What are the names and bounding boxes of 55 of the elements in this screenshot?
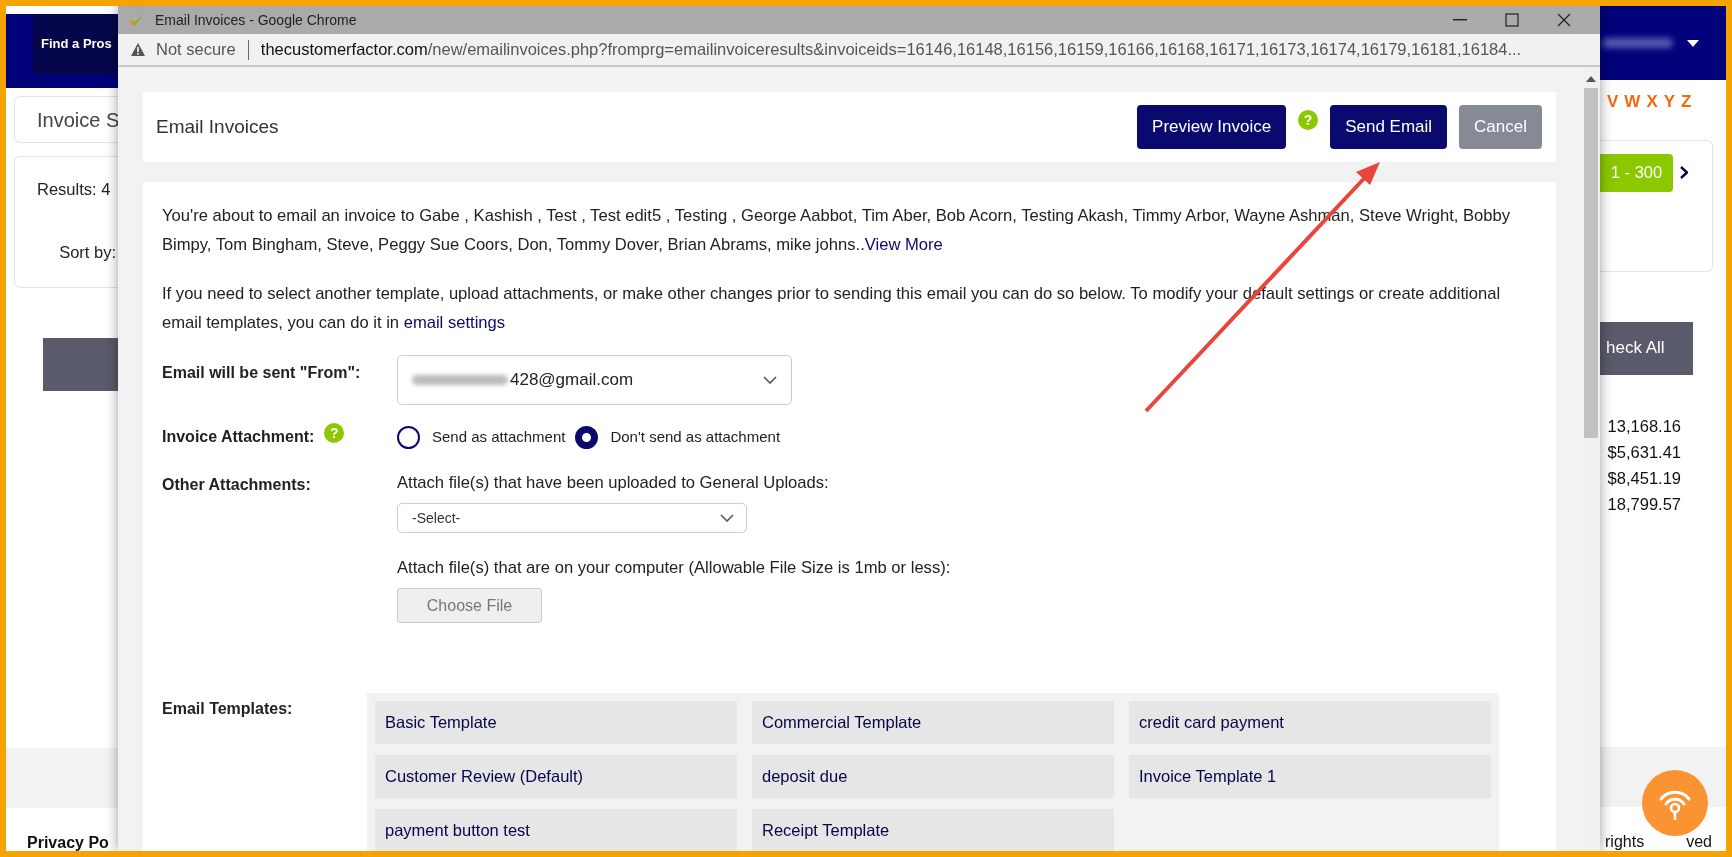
amount-text: 13,168.16	[1606, 415, 1681, 437]
results-label: Results: 4	[37, 179, 112, 200]
template-item[interactable]: credit card payment	[1129, 701, 1491, 745]
scroll-up-icon	[1586, 75, 1596, 83]
footer-text: ved	[1686, 832, 1712, 851]
next-page-button[interactable]	[1680, 166, 1688, 179]
chevron-right-icon	[1680, 166, 1688, 179]
close-icon	[1557, 13, 1571, 28]
from-value: 428@gmail.com	[510, 369, 634, 392]
amount-text: $5,631.41	[1606, 441, 1681, 463]
page-title: Invoice S	[37, 107, 118, 133]
maximize-icon	[1505, 13, 1519, 28]
scrollbar-thumb[interactable]	[1584, 88, 1598, 439]
minimize-icon	[1453, 19, 1467, 22]
amount-text: $8,451.19	[1606, 467, 1681, 489]
check-all-button[interactable]: heck All	[1600, 321, 1693, 375]
url-domain: thecustomerfactor.com	[260, 39, 428, 61]
security-label: Not secure	[156, 39, 236, 61]
radio-button[interactable]	[397, 425, 420, 449]
footer-text: rights	[1605, 832, 1645, 851]
window-title: Email Invoices - Google Chrome	[155, 10, 357, 30]
template-item[interactable]: Customer Review (Default)	[375, 755, 737, 799]
invoice-attachment-label: Invoice Attachment:	[162, 427, 315, 448]
find-button[interactable]: Find a Pros	[33, 14, 118, 74]
caret-icon	[1687, 39, 1699, 47]
dialog-heading: Email Invoices	[156, 114, 280, 139]
template-item[interactable]: Basic Template	[375, 701, 737, 745]
uploads-hint: Attach file(s) that have been uploaded to General Uploads:	[397, 473, 830, 494]
from-label: Email will be sent "From":	[162, 363, 362, 384]
radio-label: Send as attachment	[432, 426, 566, 447]
template-item[interactable]: Commercial Template	[752, 701, 1114, 745]
privacy-link[interactable]: Privacy Po	[27, 834, 109, 851]
settings-link[interactable]: email settings	[403, 313, 506, 333]
computer-hint: Attach file(s) that are on your computer (Allowable File Size is 1mb or less):	[397, 558, 951, 579]
template-item[interactable]: deposit due	[752, 755, 1114, 799]
radio-button[interactable]	[575, 425, 599, 449]
templates-label: Email Templates:	[162, 699, 294, 720]
sort-label: Sort by:	[58, 241, 117, 263]
template-item[interactable]: payment button test	[375, 809, 737, 851]
warning-icon	[130, 42, 146, 58]
amount-text: 18,799.57	[1606, 493, 1681, 515]
from-select[interactable]: 428@gmail.com	[397, 355, 792, 406]
chevron-down-icon	[720, 514, 734, 523]
template-item[interactable]: Receipt Template	[752, 809, 1114, 851]
radio-label: Don't send as attachment	[610, 426, 781, 447]
template-item[interactable]: Invoice Template 1	[1129, 755, 1491, 799]
send-button[interactable]: Send Email	[1330, 105, 1448, 149]
choose-file-button[interactable]: Choose File	[397, 588, 542, 624]
other-attachments-label: Other Attachments:	[162, 475, 312, 496]
select-value: -Select-	[412, 508, 461, 528]
url-path: /new/emailinvoices.php?fromprg=emailinvoiceresults&invoiceids=16146,16148,16156,16159,16166,16168,16171,16173,16174,16179,16181,16184...	[427, 39, 1522, 61]
chevron-down-icon	[763, 376, 777, 385]
uploads-select[interactable]: -Select-	[397, 503, 747, 534]
preview-button[interactable]: Preview Invoice	[1137, 105, 1287, 149]
view-more-link[interactable]: View More	[864, 235, 943, 255]
